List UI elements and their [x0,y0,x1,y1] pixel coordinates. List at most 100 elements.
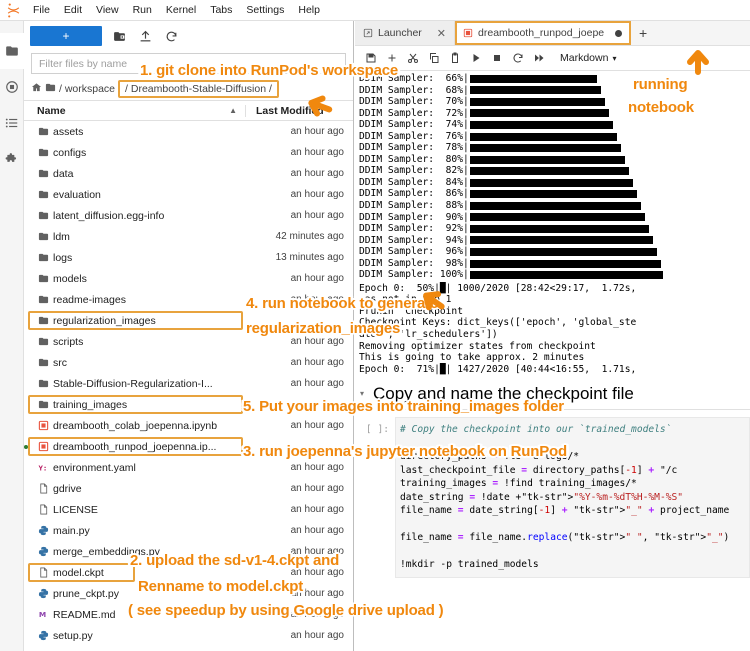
log-line: Epoch 0: 71%|█| 1427/2020 [40:44<16:55, … [359,364,750,376]
file-modified: an hour ago [245,420,353,431]
file-row-prune-ckpt-py[interactable]: prune_ckpt.pyan hour ago [24,583,353,604]
menu-kernel[interactable]: Kernel [159,0,203,21]
log-text: Checkpoint Keys: dict_keys(['epoch', 'gl… [359,317,636,329]
file-row-scripts[interactable]: scriptsan hour ago [24,331,353,352]
column-header-last-modified[interactable]: Last Modified [245,105,353,117]
sidebar-item-file-browser[interactable] [0,33,24,69]
refresh-icon[interactable] [162,27,180,45]
file-row-dreambooth-runpod-joepenna-ip-[interactable]: dreambooth_runpod_joepenna.ip... [24,436,353,457]
paste-icon[interactable] [445,49,464,68]
chevron-down-icon[interactable]: ▾ [355,382,369,398]
file-row-dreambooth-colab-joepenna-ipynb[interactable]: dreambooth_colab_joepenna.ipynban hour a… [24,415,353,436]
copy-icon[interactable] [424,49,443,68]
folder-icon [33,252,53,263]
menu-tabs[interactable]: Tabs [203,0,239,21]
file-modified: an hour ago [245,210,353,221]
log-line: Removing optimizer states from checkpoin… [359,341,750,353]
ddim-label: DDIM Sampler: 80%| [359,154,469,166]
ddim-progress-bar [470,121,613,129]
file-modified: an hour ago [245,378,353,389]
file-row-configs[interactable]: configsan hour ago [24,142,353,163]
new-tab-button[interactable]: + [631,21,655,45]
file-row-readme-images[interactable]: readme-imagesan hour ago [24,289,353,310]
breadcrumb-project[interactable]: / Dreambooth-Stable-Diffusion / [118,80,279,98]
folder-icon [33,231,53,242]
file-row-assets[interactable]: assetsan hour ago [24,121,353,142]
file-row-evaluation[interactable]: evaluationan hour ago [24,184,353,205]
cut-icon[interactable] [403,49,422,68]
ddim-label: DDIM Sampler: 84%| [359,177,469,189]
file-row-gdrive[interactable]: gdrivean hour ago [24,478,353,499]
add-cell-icon[interactable] [382,49,401,68]
file-row-src[interactable]: srcan hour ago [24,352,353,373]
ddim-label: DDIM Sampler: 90%| [359,212,469,224]
restart-icon[interactable] [508,49,527,68]
svg-text:Y:: Y: [38,463,47,472]
new-folder-icon[interactable] [110,27,128,45]
file-name: evaluation [53,189,245,201]
file-row-main-py[interactable]: main.pyan hour ago [24,520,353,541]
file-row-models[interactable]: modelsan hour ago [24,268,353,289]
run-icon[interactable] [466,49,485,68]
file-modified: an hour ago [245,189,353,200]
column-header-name[interactable]: Name ▲ [24,105,245,117]
file-row-ldm[interactable]: ldm42 minutes ago [24,226,353,247]
file-name: dreambooth_runpod_joepenna.ip... [53,441,245,453]
menu-file[interactable]: File [26,0,57,21]
file-filter-input[interactable]: Filter files by name [31,53,346,74]
breadcrumb-workspace[interactable]: / workspace [59,83,115,95]
file-row-license[interactable]: LICENSEan hour ago [24,499,353,520]
tab-dreambooth-notebook[interactable]: dreambooth_runpod_joepe [455,21,631,45]
file-row-regularization-images[interactable]: regularization_images [24,310,353,331]
menu-settings[interactable]: Settings [239,0,291,21]
new-launcher-button[interactable]: + [30,26,102,46]
restart-run-all-icon[interactable] [529,49,548,68]
file-browser-panel: + Filter files by name / workspace / Dre… [24,21,354,651]
file-row-merge-embeddings-py[interactable]: merge_embeddings.pyan hour ago [24,541,353,562]
close-icon[interactable]: ✕ [437,27,446,40]
home-icon[interactable] [31,82,42,96]
stop-icon[interactable] [487,49,506,68]
file-name: dreambooth_colab_joepenna.ipynb [53,420,245,432]
menu-help[interactable]: Help [291,0,327,21]
file-name: model.ckpt [53,567,245,579]
file-name: training_images [53,399,245,411]
file-row-training-images[interactable]: training_images [24,394,353,415]
breadcrumb-folder-icon[interactable] [45,82,56,96]
breadcrumb: / workspace / Dreambooth-Stable-Diffusio… [24,78,353,100]
menu-edit[interactable]: Edit [57,0,89,21]
log-line: This is going to take approx. 2 minutes [359,352,750,364]
file-row-logs[interactable]: logs13 minutes ago [24,247,353,268]
file-row-data[interactable]: dataan hour ago [24,163,353,184]
file-row-setup-py[interactable]: setup.pyan hour ago [24,625,353,646]
file-row-model-ckpt[interactable]: model.ckptan hour ago [24,562,353,583]
kernel-busy-indicator [615,30,622,37]
file-list-header: Name ▲ Last Modified [24,100,353,121]
tab-launcher-label: Launcher [378,27,422,39]
menu-view[interactable]: View [89,0,126,21]
menu-run[interactable]: Run [126,0,159,21]
upload-icon[interactable] [136,27,154,45]
sidebar-item-extension-manager[interactable] [0,141,24,177]
notebook-content[interactable]: DDIM Sampler: 66%|DDIM Sampler: 68%|DDIM… [355,71,750,649]
file-row-stable-diffusion-regularization-i-[interactable]: Stable-Diffusion-Regularization-I...an h… [24,373,353,394]
folder-icon [33,294,53,305]
python-icon [33,588,53,599]
file-name: models [53,273,245,285]
ddim-label: DDIM Sampler: 98%| [359,258,469,270]
code-editor[interactable]: # Copy the checkpoint into our `trained_… [395,417,750,578]
sidebar-item-commands[interactable] [0,105,24,141]
code-cell[interactable]: [ ]: # Copy the checkpoint into our `tra… [355,417,750,578]
cell-type-dropdown[interactable]: Markdown ▾ [560,52,616,64]
save-icon[interactable] [361,49,380,68]
file-name: assets [53,126,245,138]
file-row-environment-yaml[interactable]: Y:environment.yamlan hour ago [24,457,353,478]
sidebar-item-running-sessions[interactable] [0,69,24,105]
markdown-cell[interactable]: ▾ Copy and name the checkpoint file [355,382,750,410]
file-name: setup.py [53,630,245,642]
tab-launcher[interactable]: Launcher ✕ [355,21,455,45]
file-name: scripts [53,336,245,348]
ddim-progress-line: DDIM Sampler: 72%| [359,108,750,120]
file-row-latent-diffusion-egg-info[interactable]: latent_diffusion.egg-infoan hour ago [24,205,353,226]
file-row-readme-md[interactable]: MREADME.mdan hour ago [24,604,353,625]
